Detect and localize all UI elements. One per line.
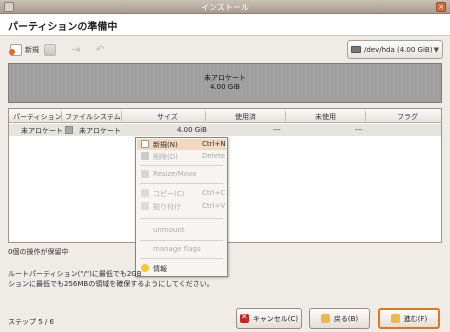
column-header-used[interactable]: 使用済: [235, 112, 256, 122]
forward-arrow-icon: [390, 314, 400, 323]
disk-bar-label-name: 未アロケート: [204, 74, 246, 82]
apply-button[interactable]: ⇥: [70, 42, 82, 58]
step-indicator: ステップ 5 / 6: [8, 318, 54, 326]
cancel-button-label: キャンセル(C): [252, 314, 299, 323]
new-icon: [141, 140, 149, 148]
back-button-label: 戻る(B): [333, 314, 359, 323]
device-select[interactable]: /dev/hda (4.00 GiB) ▼: [347, 40, 443, 59]
forward-button[interactable]: 進む(F): [378, 308, 440, 329]
menu-item-resize-move[interactable]: Resize/Move: [137, 169, 226, 180]
cell-partition: 未アロケート: [21, 127, 63, 135]
column-header-partition[interactable]: パーティション: [13, 112, 62, 122]
partition-context-menu: 新規(N) Ctrl+N 削除(D) Delete Resize/Move コピ…: [135, 137, 228, 277]
menu-item-delete-label: 削除(D): [153, 153, 178, 161]
menu-item-manage-flags-label: manage flags: [153, 245, 201, 253]
page-header: パーティションの準備中: [0, 14, 450, 36]
menu-item-new[interactable]: 新規(N) Ctrl+N: [137, 139, 226, 150]
cell-filesystem: 未アロケート: [79, 127, 121, 135]
forward-button-label: 進む(F): [403, 314, 428, 323]
menu-item-unmount[interactable]: unmount: [137, 225, 226, 236]
window-titlebar: インストール ×: [0, 0, 450, 14]
back-arrow-icon: [320, 314, 330, 323]
column-header-size[interactable]: サイズ: [157, 112, 178, 122]
warning-message: ルートパーティション("/")に最低でも2GB ションに最低でも256MBの領域…: [8, 269, 428, 289]
disk-usage-bar[interactable]: 未アロケート 4.00 GiB: [8, 63, 442, 103]
menu-item-resize-label: Resize/Move: [153, 170, 197, 178]
delete-partition-button[interactable]: [44, 42, 56, 58]
cancel-button[interactable]: キャンセル(C): [236, 308, 302, 329]
new-partition-label: 新規: [25, 46, 39, 54]
table-row[interactable]: 未アロケート 未アロケート 4.00 GiB --- ---: [9, 124, 441, 136]
cell-used: ---: [273, 126, 281, 134]
harddisk-icon: [351, 46, 361, 53]
disk-bar-label: 未アロケート 4.00 GiB: [9, 74, 441, 92]
column-header-unused[interactable]: 未使用: [315, 112, 336, 122]
pending-operations-label: 0個の操作が保留中: [8, 248, 69, 256]
device-select-value: /dev/hda (4.00 GiB): [364, 45, 433, 54]
menu-item-new-accel: Ctrl+N: [202, 140, 226, 148]
cell-size: 4.00 GiB: [177, 126, 207, 134]
paste-icon: [141, 202, 149, 210]
menu-item-paste-accel: Ctrl+V: [202, 202, 226, 210]
menu-item-paste[interactable]: 貼り付け Ctrl+V: [137, 201, 226, 212]
warning-line-1: ルートパーティション("/")に最低でも2GB: [8, 270, 142, 278]
menu-item-manage-flags[interactable]: manage flags: [137, 244, 226, 255]
delete-disk-icon: [44, 44, 56, 56]
menu-item-delete[interactable]: 削除(D) Delete: [137, 151, 226, 162]
menu-item-unmount-label: unmount: [153, 226, 185, 234]
chevron-down-icon: ▼: [433, 45, 439, 54]
window-title: インストール: [201, 3, 249, 12]
menu-item-copy[interactable]: コピー(C) Ctrl+C: [137, 188, 226, 199]
back-button[interactable]: 戻る(B): [309, 308, 370, 329]
undo-button[interactable]: ↶: [94, 42, 106, 58]
filesystem-color-swatch: [65, 126, 73, 134]
menu-item-copy-label: コピー(C): [153, 190, 185, 198]
table-header: パーティション ファイルシステム サイズ 使用済 未使用 フラグ: [9, 109, 441, 123]
menu-item-paste-label: 貼り付け: [153, 203, 181, 211]
new-partition-button[interactable]: 新規: [9, 42, 39, 58]
page-title: パーティションの準備中: [8, 22, 118, 33]
menu-item-new-label: 新規(N): [153, 141, 178, 149]
close-icon[interactable]: ×: [436, 2, 446, 12]
column-header-flags[interactable]: フラグ: [397, 112, 418, 122]
warning-line-2: ションに最低でも256MBの領域を確保するようにしてください。: [8, 280, 214, 288]
menu-item-copy-accel: Ctrl+C: [202, 189, 226, 197]
cancel-icon: [239, 312, 249, 323]
copy-icon: [141, 189, 149, 197]
cell-unused: ---: [355, 126, 363, 134]
new-partition-icon: [9, 44, 22, 56]
undo-icon: ↶: [95, 43, 105, 56]
resize-icon: [141, 170, 149, 178]
column-header-filesystem[interactable]: ファイルシステム: [65, 112, 121, 122]
menu-item-delete-accel: Delete: [202, 152, 225, 160]
disk-bar-label-size: 4.00 GiB: [210, 83, 240, 91]
apply-arrow-icon: ⇥: [71, 43, 81, 56]
delete-icon: [141, 152, 149, 160]
